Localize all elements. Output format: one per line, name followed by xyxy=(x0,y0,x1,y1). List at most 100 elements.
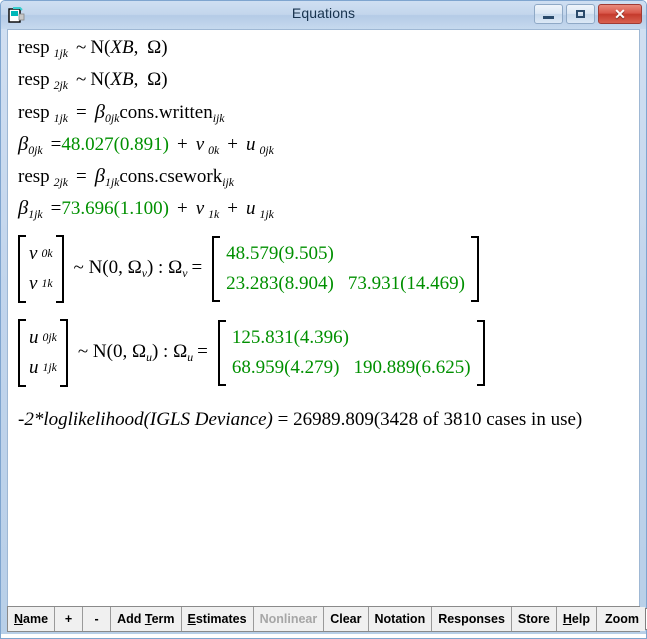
estimate-beta1[interactable]: 73.696(1.100) xyxy=(61,198,169,219)
store-label: Store xyxy=(518,612,550,626)
equation-line-6[interactable]: β1jk=73.696(1.100)+v1k+u1jk xyxy=(18,198,629,221)
clear-button[interactable]: Clear xyxy=(324,607,368,631)
term-sub-3: ijk xyxy=(213,112,225,125)
resp-sub-1: 1jk xyxy=(54,47,68,60)
equations-toolbar: Name + - Add Term Estimates Nonlinear Cl… xyxy=(7,606,640,632)
window-controls: ✕ xyxy=(534,4,642,24)
deviance-line[interactable]: -2*loglikelihood(IGLS Deviance) = 26989.… xyxy=(18,409,629,431)
equations-client-area: resp1jk~N(XB, Ω) resp2jk~N(XB, Ω) resp1j… xyxy=(7,29,640,606)
equation-line-3[interactable]: resp1jk=β0jkcons.writtenijk xyxy=(18,102,629,125)
minimize-button[interactable] xyxy=(534,4,563,24)
estimates-button[interactable]: Estimates xyxy=(182,607,254,631)
close-button[interactable]: ✕ xyxy=(598,4,642,24)
u-omega-equals: = xyxy=(197,341,208,362)
u-omega-sub-2: u xyxy=(187,351,193,364)
v-var-00[interactable]: 48.579(9.505) xyxy=(226,243,334,265)
maximize-button[interactable] xyxy=(566,4,595,24)
v-symbol-6: v xyxy=(196,198,204,219)
resp-label-5: resp xyxy=(18,166,50,187)
bracket-right-v xyxy=(56,235,64,303)
u-symbol-4: u xyxy=(246,134,256,155)
estimates-label: stimates xyxy=(196,612,247,626)
beta-sub-3: 0jk xyxy=(105,112,119,125)
u-vector: u0jk u1jk xyxy=(26,319,60,387)
remove-subscript-button[interactable]: - xyxy=(83,607,111,631)
u-cov-10[interactable]: 68.959(4.279) xyxy=(232,357,340,379)
zoom-button[interactable]: Zoom xyxy=(597,607,645,631)
beta-sub-6: 1jk xyxy=(28,208,42,221)
nonlinear-button: Nonlinear xyxy=(254,607,325,631)
bracket-right-u-matrix xyxy=(477,320,485,386)
estimate-beta0[interactable]: 48.027(0.891) xyxy=(61,134,169,155)
u0jk-sub: 0jk xyxy=(43,331,57,345)
v-vector: v0k v1k xyxy=(26,235,56,303)
u-matrix-bracket: 125.831(4.396) 68.959(4.279) 190.889(6.6… xyxy=(218,320,485,386)
responses-button[interactable]: Responses xyxy=(432,607,512,631)
name-button-label: ame xyxy=(23,612,48,626)
v-var-11[interactable]: 73.931(14.469) xyxy=(348,273,465,295)
u-vector-row-1: u1jk xyxy=(29,353,57,383)
equation-line-2[interactable]: resp2jk~N(XB, Ω) xyxy=(18,70,629,93)
v-matrix-values: 48.579(9.505) 23.283(8.904) 73.931(14.46… xyxy=(220,236,471,302)
u-sub-4: 0jk xyxy=(259,144,273,157)
equation-line-4[interactable]: β0jk=48.027(0.891)+v0k+u0jk xyxy=(18,134,629,157)
v-vector-bracket: v0k v1k xyxy=(18,235,64,303)
add-term-button[interactable]: Add Term xyxy=(111,607,181,631)
beta-symbol-6: β xyxy=(18,197,28,219)
bracket-right-v-matrix xyxy=(471,236,479,302)
notation-button[interactable]: Notation xyxy=(369,607,433,631)
level3-random-block[interactable]: v0k v1k ~ N(0, Ωv) : Ωv= 48.5 xyxy=(18,235,629,303)
u-matrix-values: 125.831(4.396) 68.959(4.279) 190.889(6.6… xyxy=(226,320,477,386)
equation-line-5[interactable]: resp2jk=β1jkcons.cseworkijk xyxy=(18,166,629,189)
u-var-00[interactable]: 125.831(4.396) xyxy=(232,327,349,349)
u-symbol-6: u xyxy=(246,198,256,219)
zoom-label: Zoom xyxy=(605,612,639,626)
plus-4a: + xyxy=(177,134,188,155)
dist-open-2: N( xyxy=(90,69,110,90)
help-button[interactable]: Help xyxy=(557,607,597,631)
u-vector-row-0: u0jk xyxy=(29,323,57,353)
xb-2: XB xyxy=(110,69,133,90)
dist-open-1: N( xyxy=(90,37,110,58)
u-var-11[interactable]: 190.889(6.625) xyxy=(353,357,470,379)
nonlinear-label: Nonlinear xyxy=(260,612,318,626)
deviance-label: -2*loglikelihood(IGLS Deviance) xyxy=(18,409,273,430)
plus-4b: + xyxy=(227,134,238,155)
v1k-sub: 1k xyxy=(41,277,52,291)
v-sub-4: 0k xyxy=(208,144,219,157)
add-subscript-button[interactable]: + xyxy=(55,607,83,631)
add-subscript-label: + xyxy=(65,612,72,626)
equation-line-1[interactable]: resp1jk~N(XB, Ω) xyxy=(18,38,629,61)
v-matrix-bracket: 48.579(9.505) 23.283(8.904) 73.931(14.46… xyxy=(212,236,479,302)
store-button[interactable]: Store xyxy=(512,607,557,631)
remove-subscript-label: - xyxy=(94,612,98,626)
dist-comma-1: , xyxy=(134,37,144,58)
v0k-sub: 0k xyxy=(41,247,52,261)
u-distribution-text: ~ N(0, Ωu) : Ωu= xyxy=(68,341,218,365)
resp-label-2: resp xyxy=(18,69,50,90)
bracket-left-u-matrix xyxy=(218,320,226,386)
beta-symbol-5: β xyxy=(95,165,105,187)
level2-random-block[interactable]: u0jk u1jk ~ N(0, Ωu) : Ωu= 12 xyxy=(18,319,629,387)
name-button[interactable]: Name xyxy=(8,607,55,631)
v-symbol-4: v xyxy=(196,134,204,155)
v-sub-6: 1k xyxy=(208,208,219,221)
beta-symbol-4: β xyxy=(18,133,28,155)
v-cov-10[interactable]: 23.283(8.904) xyxy=(226,273,334,295)
v-distribution-text: ~ N(0, Ωv) : Ωv= xyxy=(64,257,213,281)
equals-6: = xyxy=(51,198,62,219)
term-3[interactable]: cons.written xyxy=(119,102,212,123)
resp-sub-5: 2jk xyxy=(54,176,68,189)
add-term-label-pre: Add xyxy=(117,612,145,626)
equals-5: = xyxy=(76,166,87,187)
bracket-left-u xyxy=(18,319,26,387)
equations-document[interactable]: resp1jk~N(XB, Ω) resp2jk~N(XB, Ω) resp1j… xyxy=(8,30,639,431)
v-omega-sub-2: v xyxy=(182,267,187,280)
tilde-2: ~ xyxy=(76,69,86,90)
dist-close-2: ) xyxy=(161,69,167,90)
minimize-icon xyxy=(543,16,554,19)
title-bar[interactable]: Equations ✕ xyxy=(1,1,646,29)
term-5[interactable]: cons.csework xyxy=(119,166,222,187)
estimates-accel: E xyxy=(188,612,196,626)
u-dist-mid: ) : Ω xyxy=(152,341,187,362)
